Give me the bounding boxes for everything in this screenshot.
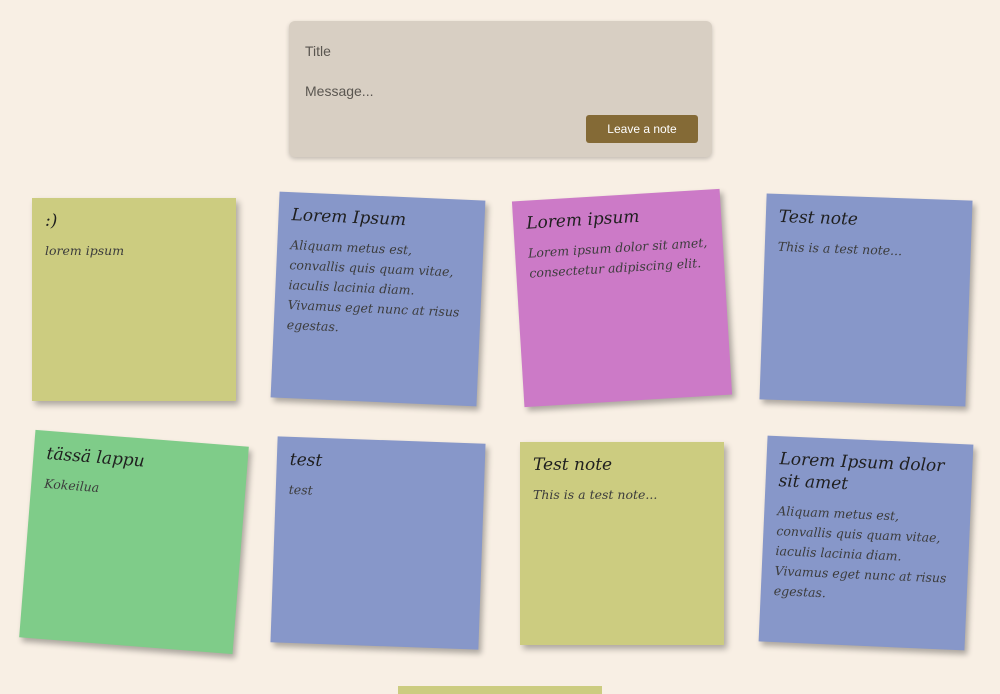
note-body: This is a test note... [533, 487, 658, 502]
note-card[interactable]: Test note This is a test note... [520, 442, 724, 645]
title-input[interactable] [305, 42, 685, 60]
note-body: This is a test note... [777, 238, 903, 259]
note-card[interactable]: Test note This is a test note... [759, 193, 973, 407]
note-card[interactable]: Lorem ipsum Lorem ipsum dolor sit amet, … [511, 188, 733, 408]
note-card[interactable] [398, 686, 602, 694]
note-body: Aliquam metus est, convallis quis quam v… [773, 503, 947, 601]
note-body: Kokeilua [43, 475, 100, 496]
message-input[interactable] [305, 83, 685, 103]
note-title: Test note [533, 455, 613, 475]
note-card[interactable]: Lorem Ipsum dolor sit amet Aliquam metus… [758, 435, 974, 651]
note-card[interactable]: test test [270, 436, 486, 650]
note-title: Test note [778, 206, 859, 230]
note-title: Lorem ipsum [525, 206, 641, 234]
note-body: Aliquam metus est, convallis quis quam v… [286, 237, 460, 335]
note-card[interactable]: tässä lappu Kokeilua [19, 429, 249, 655]
note-card[interactable]: :) lorem ipsum [32, 198, 236, 401]
note-title: Lorem Ipsum dolor sit amet [778, 449, 945, 495]
note-title: test [289, 449, 323, 471]
leave-note-button[interactable]: Leave a note [586, 115, 698, 143]
note-form: Leave a note [289, 21, 712, 157]
note-body: Lorem ipsum dolor sit amet, consectetur … [527, 234, 708, 281]
note-title: Lorem Ipsum [291, 205, 407, 231]
note-card[interactable]: Lorem Ipsum Aliquam metus est, convallis… [270, 191, 486, 407]
note-body: lorem ipsum [45, 243, 125, 258]
note-body: test [288, 481, 313, 498]
note-title: tässä lappu [45, 443, 146, 472]
note-title: :) [45, 211, 58, 231]
